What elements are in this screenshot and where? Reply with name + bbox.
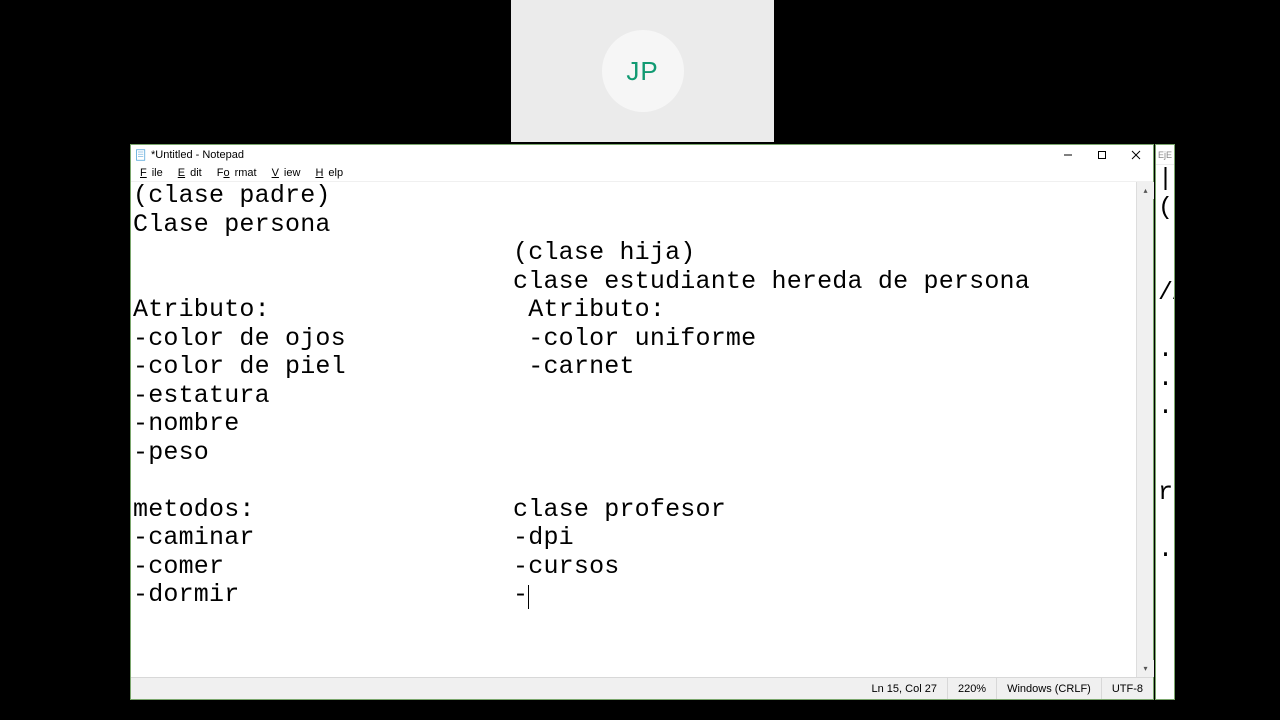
scroll-down-button[interactable]: ▾ [1137, 660, 1154, 677]
participant-tile: JP [511, 0, 774, 142]
status-encoding: UTF-8 [1101, 678, 1153, 699]
minimize-button[interactable] [1051, 145, 1085, 165]
maximize-button[interactable] [1085, 145, 1119, 165]
text-editor[interactable]: (clase padre) Clase persona (clase hija)… [131, 182, 1136, 677]
window-title: *Untitled - Notepad [151, 149, 1051, 161]
menu-file[interactable]: File [135, 167, 173, 179]
background-window-content-fragment: | (C /A .. .. .. rr .. [1156, 165, 1174, 564]
menu-help[interactable]: Help [310, 167, 353, 179]
status-zoom: 220% [947, 678, 996, 699]
titlebar[interactable]: *Untitled - Notepad [131, 145, 1153, 165]
background-window-sliver: EjE | (C /A .. .. .. rr .. [1155, 144, 1175, 700]
menu-edit[interactable]: Edit [173, 167, 212, 179]
vertical-scrollbar[interactable]: ▴ ▾ [1136, 182, 1153, 677]
status-line-ending: Windows (CRLF) [996, 678, 1101, 699]
scroll-up-button[interactable]: ▴ [1137, 182, 1154, 199]
notepad-window: *Untitled - Notepad File Edit Format Vie… [130, 144, 1154, 700]
background-window-title-fragment: EjE [1156, 145, 1174, 165]
close-button[interactable] [1119, 145, 1153, 165]
statusbar: Ln 15, Col 27 220% Windows (CRLF) UTF-8 [131, 677, 1153, 699]
avatar: JP [602, 30, 684, 112]
menu-format[interactable]: Format [212, 167, 267, 179]
status-position: Ln 15, Col 27 [862, 678, 947, 699]
avatar-initials: JP [626, 56, 658, 87]
menu-view[interactable]: View [267, 167, 311, 179]
menubar: File Edit Format View Help [131, 165, 1153, 182]
editor-content[interactable]: (clase padre) Clase persona (clase hija)… [131, 182, 1136, 610]
notepad-icon [135, 149, 147, 161]
